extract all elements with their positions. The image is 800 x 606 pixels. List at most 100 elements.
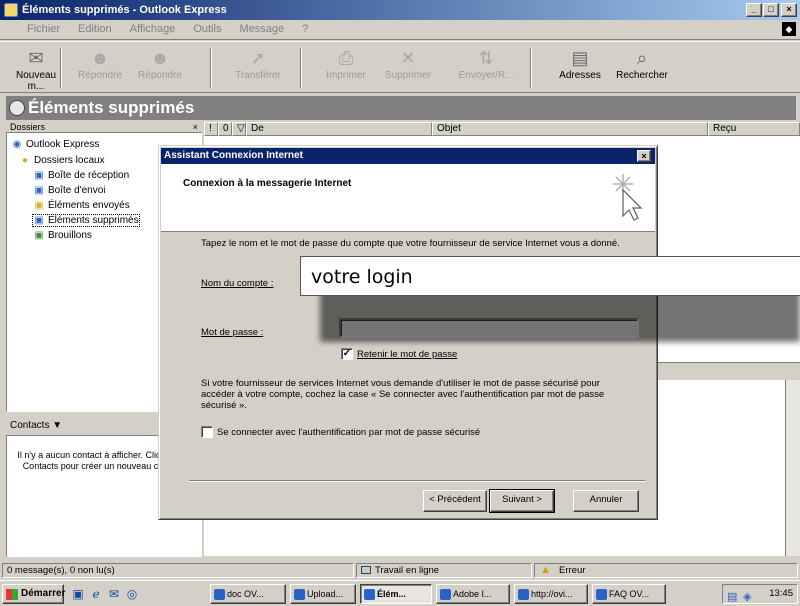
maximize-button[interactable]: □ <box>763 3 779 17</box>
toolbar-label: Répondre <box>78 70 122 81</box>
status-error[interactable]: ▲ Erreur <box>534 563 798 578</box>
start-label: Démarrer <box>21 588 66 599</box>
folder-label: Dossiers locaux <box>34 155 105 167</box>
menu-help[interactable]: ? <box>293 20 317 38</box>
task-label: Upload... <box>307 589 344 599</box>
taskbar-task[interactable]: doc OV... <box>210 584 286 604</box>
toolbar-label: Nouveau m... <box>15 70 57 92</box>
close-pane-icon[interactable]: × <box>193 122 198 132</box>
folder-item[interactable]: ▣ Boîte de réception <box>33 170 129 181</box>
taskbar-task[interactable]: Adobe I... <box>436 584 510 604</box>
spa-label[interactable]: Se connecter avec l'authentification par… <box>217 427 617 438</box>
account-name-value: votre login <box>311 266 413 288</box>
toolbar-label: Rechercher <box>616 70 668 81</box>
folder-item[interactable]: ▣ Éléments supprimés <box>32 213 140 228</box>
toolbar-button-delete[interactable]: ✕ Supprimer <box>380 46 436 90</box>
column-received[interactable]: Reçu <box>708 122 800 136</box>
address-book-icon: ▤ <box>571 48 589 68</box>
taskbar-task[interactable]: Élém... <box>360 584 432 604</box>
dialog-close-button[interactable]: × <box>637 150 651 162</box>
account-name-input[interactable]: votre login <box>300 256 800 296</box>
taskbar-task[interactable]: http://ovi... <box>514 584 588 604</box>
task-icon <box>596 589 607 600</box>
toolbar-button-reply-all[interactable]: ☻ Répondre <box>132 46 188 90</box>
remember-password-label[interactable]: Retenir le mot de passe <box>357 349 457 360</box>
next-button[interactable]: Suivant > <box>489 489 555 513</box>
toolbar-button-print[interactable]: ⎙ Imprimer <box>318 46 374 90</box>
spa-checkbox[interactable] <box>201 426 213 438</box>
toolbar-label: Transférer <box>235 70 281 81</box>
cancel-button[interactable]: Annuler <box>573 490 639 512</box>
reply-all-icon: ☻ <box>150 48 170 68</box>
folder-label: Éléments supprimés <box>48 215 139 227</box>
toolbar-button-reply[interactable]: ☻ Répondre <box>72 46 128 90</box>
taskbar: Démarrer ▣ ℯ ✉ ◎ ▤ ◈ 13:45 doc OV... Uplo… <box>0 580 800 606</box>
folder-icon: ▣ <box>34 200 44 211</box>
dialog-title-bar[interactable]: Assistant Connexion Internet × <box>161 148 655 164</box>
menu-bar: Fichier Edition Affichage Outils Message? <box>0 20 800 40</box>
folder-item[interactable]: ▣ Éléments envoyés <box>33 200 129 211</box>
task-icon <box>294 589 305 600</box>
windows-flag-icon <box>6 589 18 600</box>
folder-icon: ◉ <box>12 139 22 150</box>
taskbar-task[interactable]: Upload... <box>290 584 356 604</box>
folder-item[interactable]: ● Dossiers locaux <box>19 155 105 166</box>
quicklaunch-channels-icon[interactable]: ◎ <box>124 586 140 602</box>
close-button[interactable]: × <box>781 3 797 17</box>
toolbar-button-find[interactable]: ⌕ Rechercher <box>614 46 670 90</box>
toolbar-label: Supprimer <box>384 70 432 81</box>
dialog-intro-text: Tapez le nom et le mot de passe du compt… <box>201 238 620 249</box>
tray-network-icon[interactable]: ▤ <box>727 588 737 606</box>
preview-scrollbar[interactable] <box>785 380 800 556</box>
toolbar-button-address-book[interactable]: ▤ Adresses <box>552 46 608 90</box>
tray-volume-icon[interactable]: ◈ <box>743 588 751 606</box>
taskbar-task[interactable]: FAQ OV... <box>592 584 666 604</box>
folder-icon: ● <box>21 155 29 166</box>
folder-label: Brouillons <box>48 230 92 242</box>
remember-password-checkbox[interactable]: ✓ <box>341 348 353 360</box>
column-flag[interactable]: ▽ <box>232 122 246 136</box>
toolbar: ✉ Nouveau m... ☻ Répondre ☻ Répondre ➚ Transfér… <box>0 41 800 93</box>
menu-affichage[interactable]: Affichage <box>121 20 185 38</box>
menu-message[interactable]: Message <box>230 20 293 38</box>
toolbar-button-forward[interactable]: ➚ Transférer <box>230 46 286 90</box>
folder-item[interactable]: ◉ Outlook Express <box>11 139 100 151</box>
network-icon <box>361 566 371 574</box>
menu-outils[interactable]: Outils <box>184 20 230 38</box>
folder-header-title: Éléments supprimés <box>28 98 195 117</box>
folder-item[interactable]: ▣ Boîte d'envoi <box>33 185 105 196</box>
folder-label: Boîte de réception <box>48 170 130 182</box>
toolbar-button-send-receive[interactable]: ⇅ Envoyer/R... <box>458 46 514 90</box>
forward-icon: ➚ <box>250 48 266 68</box>
column-from[interactable]: De <box>246 122 432 136</box>
toolbar-label: Adresses <box>559 70 601 81</box>
menu-fichier[interactable]: Fichier <box>18 20 69 38</box>
column-attachment[interactable]: 0 <box>218 122 232 136</box>
column-subject[interactable]: Objet <box>432 122 708 136</box>
dialog-title: Assistant Connexion Internet <box>164 150 303 161</box>
quicklaunch-ie-icon[interactable]: ℯ <box>88 586 104 602</box>
folder-item[interactable]: ▣ Brouillons <box>33 230 92 241</box>
message-list-header: ! 0 ▽ De Objet Reçu <box>204 122 800 136</box>
quicklaunch-outlook-icon[interactable]: ✉ <box>106 586 122 602</box>
quicklaunch-desktop-icon[interactable]: ▣ <box>70 586 86 602</box>
dialog-subtitle: Connexion à la messagerie Internet <box>183 178 352 189</box>
spa-explanation-text: Si votre fournisseur de services Interne… <box>201 378 605 411</box>
find-icon: ⌕ <box>636 48 648 68</box>
task-label: http://ovi... <box>531 589 573 599</box>
toolbar-button-new-mail[interactable]: ✉ Nouveau m... <box>8 46 64 92</box>
start-button[interactable]: Démarrer <box>2 584 66 604</box>
folder-label: Outlook Express <box>26 139 100 151</box>
delete-icon: ✕ <box>400 48 416 68</box>
toolbar-separator <box>60 48 62 88</box>
back-button[interactable]: < Précédent <box>423 490 487 512</box>
send-receive-icon: ⇅ <box>478 48 494 68</box>
folder-header-icon <box>9 100 25 116</box>
menu-edition[interactable]: Edition <box>69 20 121 38</box>
column-priority[interactable]: ! <box>204 122 218 136</box>
window-title-bar[interactable]: Éléments supprimés - Outlook Express _ □… <box>0 0 800 20</box>
window-title: Éléments supprimés - Outlook Express <box>22 4 227 16</box>
task-label: Élém... <box>377 589 407 599</box>
minimize-button[interactable]: _ <box>746 3 762 17</box>
toolbar-separator <box>300 48 302 88</box>
